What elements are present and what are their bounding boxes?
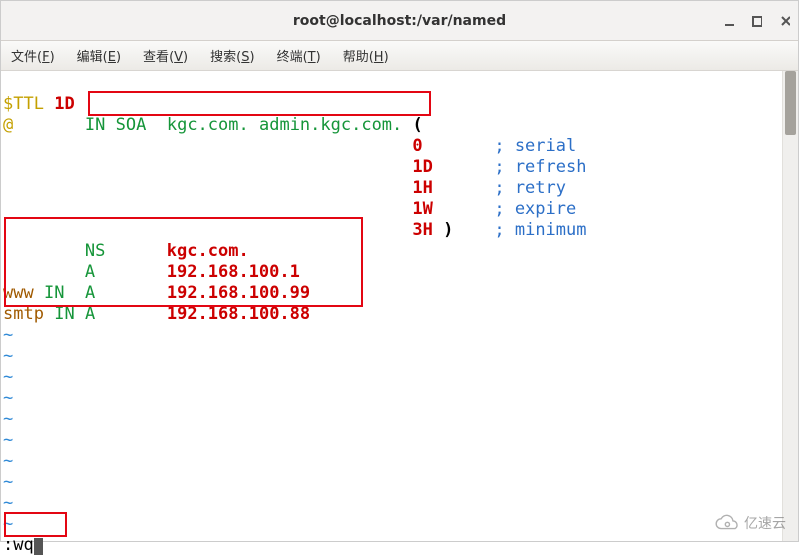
- window-title: root@localhost:/var/named: [293, 13, 506, 29]
- zone-line-retry: 1H ; retry: [3, 178, 566, 198]
- zone-line-soa: @ IN SOA kgc.com. admin.kgc.com. (: [3, 115, 423, 135]
- vim-tilde: ~: [3, 430, 13, 450]
- zone-line-www: www IN A 192.168.100.99: [3, 283, 310, 303]
- zone-line-smtp: smtp IN A 192.168.100.88: [3, 304, 310, 324]
- vim-command-line[interactable]: :wq: [3, 535, 43, 555]
- menubar: 文件(F) 编辑(E) 查看(V) 搜索(S) 终端(T) 帮助(H): [1, 41, 798, 71]
- cloud-icon: [712, 514, 740, 532]
- menu-help[interactable]: 帮助(H): [339, 44, 393, 67]
- watermark: 亿速云: [712, 513, 786, 533]
- terminal[interactable]: $TTL 1D @ IN SOA kgc.com. admin.kgc.com.…: [3, 73, 780, 539]
- menu-file[interactable]: 文件(F): [7, 44, 59, 67]
- menu-view[interactable]: 查看(V): [139, 44, 192, 67]
- vim-tilde: ~: [3, 388, 13, 408]
- vim-tilde: ~: [3, 514, 13, 534]
- vim-tilde: ~: [3, 451, 13, 471]
- menu-terminal[interactable]: 终端(T): [273, 44, 325, 67]
- zone-line-a-root: A 192.168.100.1: [3, 262, 300, 282]
- vim-tilde: ~: [3, 346, 13, 366]
- menu-edit[interactable]: 编辑(E): [73, 44, 125, 67]
- maximize-button[interactable]: [752, 16, 762, 26]
- close-button[interactable]: [780, 16, 790, 26]
- watermark-text: 亿速云: [744, 513, 786, 533]
- vim-tilde: ~: [3, 409, 13, 429]
- zone-line-serial: 0 ; serial: [3, 136, 576, 156]
- minimize-button[interactable]: [724, 16, 734, 26]
- vim-tilde: ~: [3, 367, 13, 387]
- menu-search[interactable]: 搜索(S): [206, 44, 258, 67]
- window-controls: [724, 1, 790, 41]
- zone-line-refresh: 1D ; refresh: [3, 157, 586, 177]
- titlebar: root@localhost:/var/named: [1, 1, 798, 41]
- vim-tilde: ~: [3, 325, 13, 345]
- zone-line-ttl: $TTL 1D: [3, 94, 75, 114]
- vim-tilde: ~: [3, 493, 13, 513]
- scrollbar-track[interactable]: [782, 71, 798, 541]
- vim-tilde: ~: [3, 472, 13, 492]
- zone-line-minimum: 3H ) ; minimum: [3, 220, 587, 240]
- zone-line-ns: NS kgc.com.: [3, 241, 249, 261]
- scrollbar-thumb[interactable]: [785, 71, 796, 135]
- zone-line-expire: 1W ; expire: [3, 199, 576, 219]
- text-cursor: [34, 538, 43, 555]
